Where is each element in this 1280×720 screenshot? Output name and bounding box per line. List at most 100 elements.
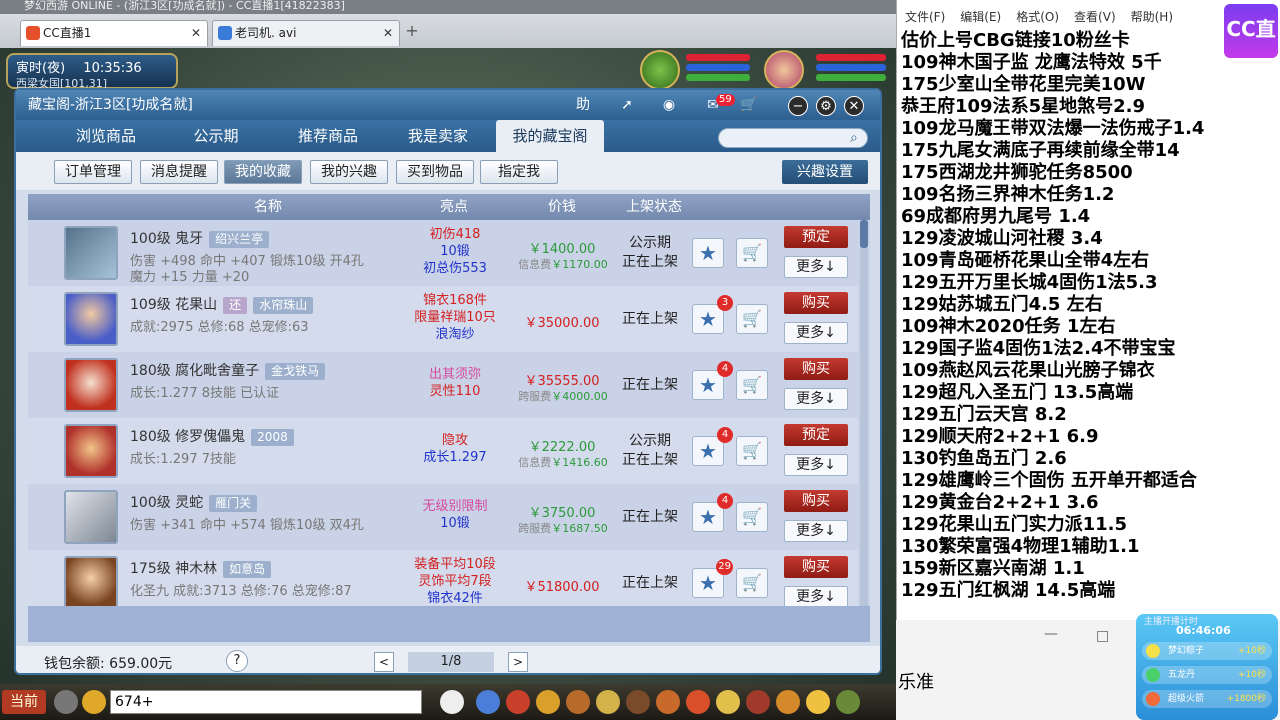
pet-avatar[interactable] bbox=[640, 50, 680, 90]
designated-button[interactable]: 指定我 bbox=[480, 160, 558, 184]
item-thumbnail[interactable] bbox=[64, 490, 118, 544]
favorite-star-icon[interactable]: ★ 4 bbox=[692, 427, 733, 466]
cart-icon[interactable]: 🛒 bbox=[738, 95, 760, 115]
more-button[interactable]: 更多↓ bbox=[784, 322, 848, 344]
bought-items-button[interactable]: 买到物品 bbox=[396, 160, 474, 184]
my-interest-button[interactable]: 我的兴趣 bbox=[310, 160, 388, 184]
next-page-button[interactable]: > bbox=[508, 652, 528, 672]
notepad-menu-item[interactable]: 文件(F) bbox=[905, 10, 945, 24]
message-icon[interactable]: ✉ 59 bbox=[702, 94, 735, 115]
item-name[interactable]: 180级 腐化毗舍童子 bbox=[130, 363, 259, 379]
item-icon[interactable] bbox=[506, 690, 530, 714]
chat-input[interactable]: 674+ bbox=[110, 690, 422, 714]
face-icon[interactable] bbox=[806, 690, 830, 714]
interest-settings-button[interactable]: 兴趣设置 bbox=[782, 160, 868, 184]
task-icon[interactable] bbox=[656, 690, 680, 714]
item-thumbnail[interactable] bbox=[64, 358, 118, 412]
voice-icon[interactable] bbox=[54, 690, 78, 714]
my-favorites-button[interactable]: 我的收藏 bbox=[224, 160, 302, 184]
attack-icon[interactable] bbox=[476, 690, 500, 714]
table-row[interactable]: 175级 神木林 如意岛 化圣九 成就:3713 总修:76 总宠修:87 装备平均1… bbox=[28, 550, 858, 606]
minimize-button[interactable]: − bbox=[788, 96, 808, 116]
table-row[interactable]: 180级 腐化毗舍童子 金戈铁马 成长:1.277 8技能 已认证 出其须弥 灵性110… bbox=[28, 352, 858, 418]
tab-my-cbg[interactable]: 我的藏宝阁 bbox=[496, 120, 604, 152]
table-row[interactable]: 180级 修罗傀儡鬼 2008 成长:1.297 7技能 隐攻 成长1.297 ￥2222… bbox=[28, 418, 858, 484]
more-button[interactable]: 更多↓ bbox=[784, 520, 848, 542]
add-to-cart-icon[interactable]: 🛒 bbox=[736, 436, 768, 466]
emote-icon[interactable] bbox=[82, 690, 106, 714]
prev-page-button[interactable]: < bbox=[374, 652, 394, 672]
more-button[interactable]: 更多↓ bbox=[784, 454, 848, 476]
trade-icon[interactable] bbox=[566, 690, 590, 714]
system-icon[interactable] bbox=[836, 690, 860, 714]
player-avatar[interactable] bbox=[764, 50, 804, 90]
friend-icon[interactable] bbox=[746, 690, 770, 714]
search-icon[interactable]: ⌕ bbox=[850, 130, 866, 146]
settings-button[interactable]: ⚙ bbox=[816, 96, 836, 116]
notepad-menu-item[interactable]: 帮助(H) bbox=[1131, 10, 1173, 24]
order-manage-button[interactable]: 订单管理 bbox=[54, 160, 132, 184]
share-icon[interactable]: ➚ bbox=[616, 95, 638, 115]
chat-channel-button[interactable]: 当前 bbox=[2, 690, 46, 714]
item-name[interactable]: 100级 灵蛇 bbox=[130, 495, 203, 511]
add-to-cart-icon[interactable]: 🛒 bbox=[736, 238, 768, 268]
item-name[interactable]: 175级 神木林 bbox=[130, 561, 217, 577]
table-row[interactable]: 109级 花果山还水帘珠山 成就:2975 总修:68 总宠修:63 锦衣168件限… bbox=[28, 286, 858, 352]
close-button[interactable]: ✕ bbox=[844, 96, 864, 116]
team-icon[interactable] bbox=[596, 690, 620, 714]
item-thumbnail[interactable] bbox=[64, 424, 118, 478]
favorite-star-icon[interactable]: ★ 3 bbox=[692, 295, 733, 334]
buy-button[interactable]: 购买 bbox=[784, 556, 848, 578]
favorite-star-icon[interactable]: ★ 4 bbox=[692, 361, 733, 400]
scrollbar[interactable] bbox=[860, 220, 868, 606]
favorite-star-icon[interactable]: ★ bbox=[692, 238, 724, 268]
more-button[interactable]: 更多↓ bbox=[784, 256, 848, 278]
tab-public[interactable]: 公示期 bbox=[166, 120, 266, 152]
more-button[interactable]: 更多↓ bbox=[784, 388, 848, 410]
favorite-star-icon[interactable]: ★ 4 bbox=[692, 493, 733, 532]
tab-browse[interactable]: 浏览商品 bbox=[56, 120, 156, 152]
add-to-cart-icon[interactable]: 🛒 bbox=[736, 370, 768, 400]
favorite-star-icon[interactable]: ★ 29 bbox=[692, 559, 733, 598]
mall-icon[interactable] bbox=[776, 690, 800, 714]
tab-cc-live[interactable]: CC直播1 ✕ bbox=[20, 20, 208, 46]
search-input[interactable] bbox=[718, 128, 868, 148]
more-button[interactable]: 更多↓ bbox=[784, 586, 848, 606]
close-icon[interactable]: ✕ bbox=[383, 21, 393, 45]
notepad-menu-item[interactable]: 查看(V) bbox=[1074, 10, 1116, 24]
add-to-cart-icon[interactable]: 🛒 bbox=[736, 304, 768, 334]
reserve-button[interactable]: 预定 bbox=[784, 424, 848, 446]
scroll-thumb[interactable] bbox=[860, 220, 868, 248]
help-button[interactable]: ? bbox=[226, 650, 248, 672]
quick-icon[interactable] bbox=[716, 690, 740, 714]
buy-button[interactable]: 购买 bbox=[784, 358, 848, 380]
new-tab-button[interactable]: + bbox=[402, 23, 422, 41]
item-thumbnail[interactable] bbox=[64, 226, 118, 280]
item-thumbnail[interactable] bbox=[64, 556, 118, 606]
tab-recommend[interactable]: 推荐商品 bbox=[278, 120, 378, 152]
item-thumbnail[interactable] bbox=[64, 292, 118, 346]
record-icon[interactable]: ◉ bbox=[658, 95, 680, 115]
buy-button[interactable]: 购买 bbox=[784, 490, 848, 512]
maximize-icon[interactable]: □ bbox=[1096, 628, 1109, 644]
pet-icon[interactable] bbox=[440, 690, 464, 714]
assist-button[interactable]: 助 bbox=[572, 95, 594, 115]
minimize-icon[interactable]: — bbox=[1044, 626, 1058, 642]
tab-seller[interactable]: 我是卖家 bbox=[388, 120, 488, 152]
item-name[interactable]: 109级 花果山 bbox=[130, 297, 217, 313]
add-to-cart-icon[interactable]: 🛒 bbox=[736, 568, 768, 598]
notepad-menu-item[interactable]: 编辑(E) bbox=[960, 10, 1001, 24]
table-row[interactable]: 100级 灵蛇 雁门关 伤害 +341 命中 +574 锻炼10级 双4孔 无级别限制… bbox=[28, 484, 858, 550]
add-to-cart-icon[interactable]: 🛒 bbox=[736, 502, 768, 532]
table-row[interactable]: 100级 鬼牙 绍兴兰亭 伤害 +498 命中 +407 锻炼10级 开4孔 魔力 +… bbox=[28, 220, 858, 286]
reserve-button[interactable]: 预定 bbox=[784, 226, 848, 248]
notepad-menu-item[interactable]: 格式(O) bbox=[1016, 10, 1059, 24]
gang-icon[interactable] bbox=[686, 690, 710, 714]
message-remind-button[interactable]: 消息提醒 bbox=[140, 160, 218, 184]
tab-video[interactable]: 老司机. avi ✕ bbox=[212, 20, 400, 46]
item-name[interactable]: 100级 鬼牙 bbox=[130, 231, 203, 247]
item-name[interactable]: 180级 修罗傀儡鬼 bbox=[130, 429, 245, 445]
buy-button[interactable]: 购买 bbox=[784, 292, 848, 314]
give-icon[interactable] bbox=[536, 690, 560, 714]
close-icon[interactable]: ✕ bbox=[191, 21, 201, 45]
